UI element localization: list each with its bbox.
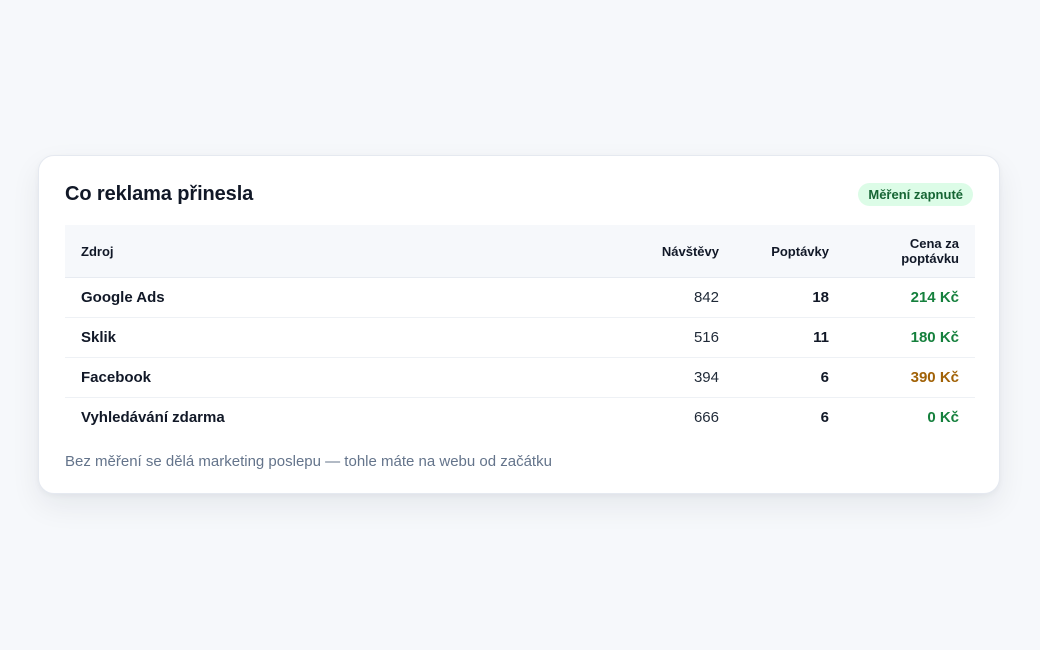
cost-header-line-1: Cena za bbox=[909, 236, 959, 251]
row-cost-per-lead: 180 Kč bbox=[845, 317, 975, 358]
column-header-leads: Poptávky bbox=[735, 225, 845, 278]
table-row: Sklik 516 11 180 Kč bbox=[65, 317, 975, 358]
row-leads: 11 bbox=[735, 317, 845, 358]
row-cost-per-lead: 0 Kč bbox=[927, 409, 959, 426]
row-cost-per-lead: 390 Kč bbox=[845, 357, 975, 398]
row-source: Vyhledávání zdarma bbox=[81, 409, 225, 426]
column-header-cost-per-lead: Cena za poptávku bbox=[845, 225, 975, 278]
table-header-row: Zdroj Návštěvy Poptávky Cena za poptávku bbox=[65, 225, 975, 278]
row-visits: 666 bbox=[693, 409, 719, 426]
row-visits: 516 bbox=[605, 317, 735, 358]
cost-header-line-2: poptávku bbox=[901, 251, 959, 266]
row-source: Facebook bbox=[65, 357, 605, 398]
row-leads: 18 bbox=[735, 277, 845, 318]
ad-results-card: Co reklama přinesla Měření zapnuté Zdroj… bbox=[38, 155, 1000, 494]
card-title: Co reklama přinesla bbox=[65, 182, 254, 205]
row-leads: 6 bbox=[820, 409, 829, 426]
ad-sources-table: Zdroj Návštěvy Poptávky Cena za poptávku… bbox=[65, 225, 975, 437]
column-header-visits: Návštěvy bbox=[605, 225, 735, 278]
column-header-source: Zdroj bbox=[65, 225, 605, 278]
table-row: Vyhledávání zdarma 666 6 0 Kč bbox=[65, 398, 975, 438]
row-source: Google Ads bbox=[65, 277, 605, 318]
row-source: Sklik bbox=[65, 317, 605, 358]
card-footnote: Bez měření se dělá marketing poslepu — t… bbox=[65, 453, 552, 470]
table-row: Facebook 394 6 390 Kč bbox=[65, 357, 975, 398]
card-header: Co reklama přinesla Měření zapnuté bbox=[65, 180, 973, 208]
row-visits: 394 bbox=[605, 357, 735, 398]
row-visits: 842 bbox=[605, 277, 735, 318]
row-leads: 6 bbox=[735, 357, 845, 398]
table-row: Google Ads 842 18 214 Kč bbox=[65, 277, 975, 318]
row-cost-per-lead: 214 Kč bbox=[845, 277, 975, 318]
tracking-status-badge: Měření zapnuté bbox=[858, 182, 973, 206]
